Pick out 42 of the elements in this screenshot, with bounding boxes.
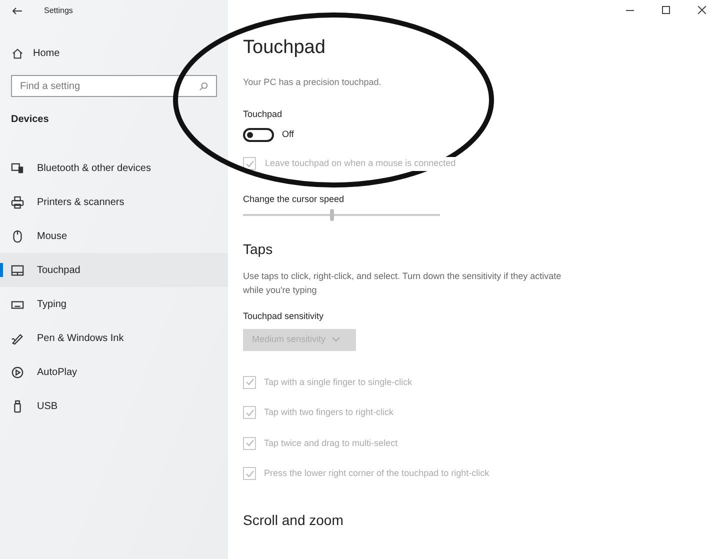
mouse-icon: [11, 230, 24, 242]
sidebar-item[interactable]: Mouse: [0, 219, 228, 253]
back-arrow-icon[interactable]: [12, 7, 22, 15]
sidebar-item[interactable]: Printers & scanners: [0, 185, 228, 219]
sidebar-item[interactable]: USB: [0, 389, 228, 423]
window-title: Settings: [44, 5, 73, 17]
section-title: Scroll and zoom: [243, 510, 344, 530]
checkbox-label: Tap twice and drag to multi-select: [264, 436, 398, 450]
chevron-icon: [332, 337, 340, 342]
section-description: Use taps to click, right-click, and select. Turn down the sensitivity if they activate while you're typing: [243, 270, 562, 297]
checkbox-label: Leave touchpad on when a mouse is connected: [264, 157, 457, 170]
home-link[interactable]: Home: [0, 46, 228, 61]
checkbox-label: Press the lower right corner of the touchpad to right-click: [264, 467, 490, 480]
section-heading: Devices: [10, 113, 50, 127]
sidebar-item[interactable]: Typing: [0, 287, 228, 321]
section-title: Taps: [243, 240, 274, 259]
checkbox-label: Tap with two fingers to right-click: [264, 406, 394, 419]
toggle-state: Off: [282, 128, 294, 142]
dropdown-label: Touchpad sensitivity: [243, 310, 325, 323]
devices-icon: [11, 162, 24, 174]
speed-slider[interactable]: [243, 209, 440, 221]
pen-icon: [11, 332, 24, 344]
sidebar-item[interactable]: AutoPlay: [0, 355, 228, 389]
search-icon: [199, 82, 208, 90]
search-input[interactable]: Find a setting: [20, 78, 199, 94]
toggle-label: Touchpad: [243, 108, 284, 121]
sidebar-item[interactable]: Pen & Windows Ink: [0, 321, 228, 355]
home-icon: [12, 48, 23, 59]
selection-bar: [0, 263, 3, 277]
checkbox-label: Tap with a single finger to single-click: [264, 376, 412, 389]
play-icon: [11, 366, 24, 378]
slider-thumb[interactable]: [330, 209, 334, 221]
touchpad-icon: [11, 264, 24, 276]
usb-icon: [11, 400, 24, 412]
toggle-switch[interactable]: [243, 128, 274, 142]
page-title: Touchpad: [243, 37, 326, 59]
subtitle: Your PC has a precision touchpad.: [243, 76, 382, 89]
sidebar-item[interactable]: Bluetooth & other devices: [0, 151, 228, 185]
sidebar-item[interactable]: Touchpad: [0, 253, 228, 287]
search-field[interactable]: Find a setting: [11, 75, 217, 97]
printer-icon: [11, 196, 24, 208]
slider-label: Change the cursor speed: [243, 192, 344, 206]
